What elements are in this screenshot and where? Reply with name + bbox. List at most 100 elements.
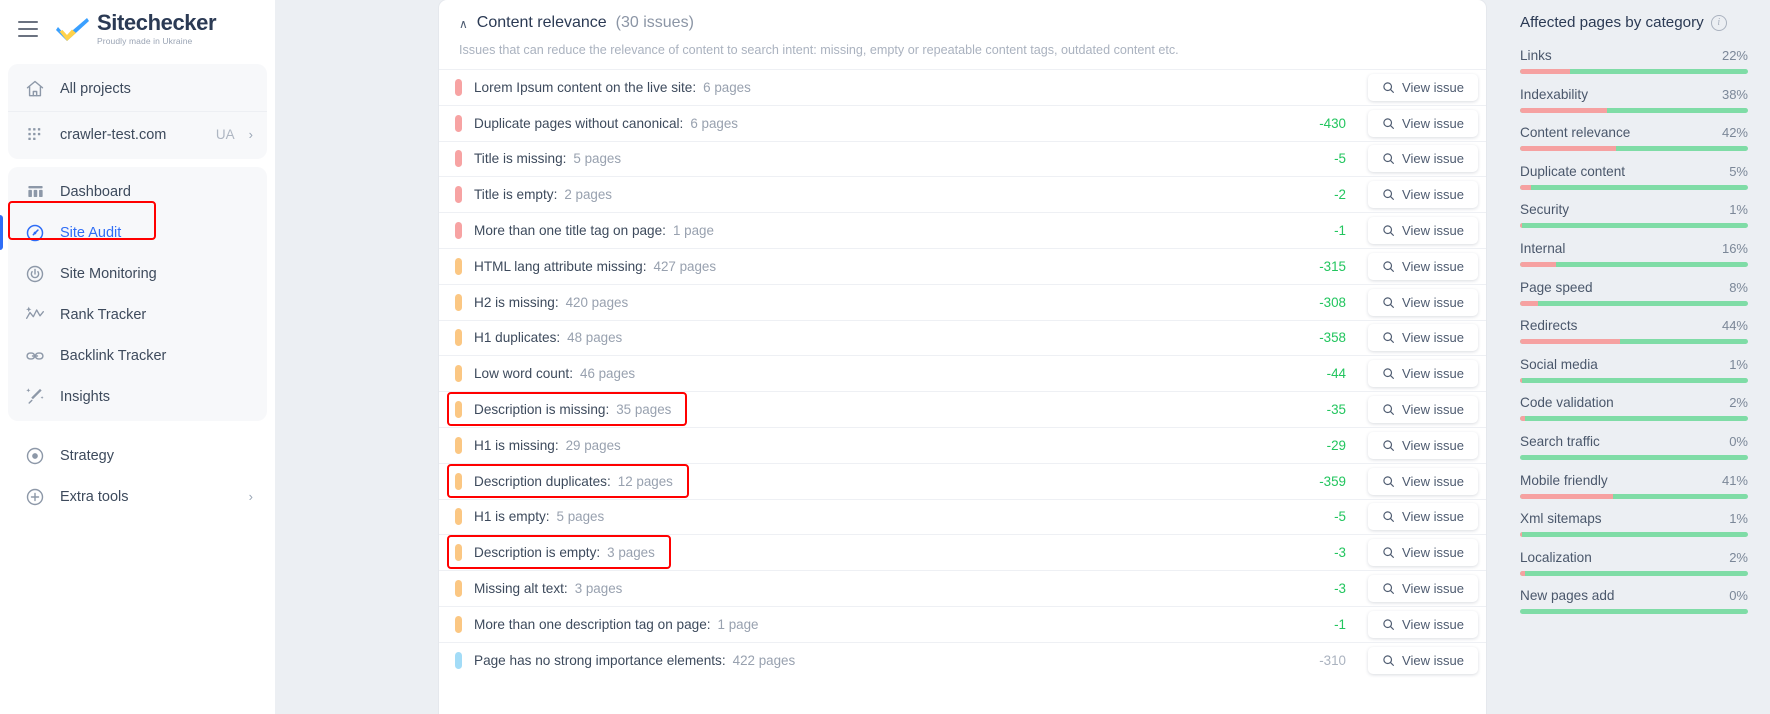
sidebar-item-site-monitoring[interactable]: Site Monitoring [8, 253, 267, 294]
category-percent: 22% [1721, 48, 1748, 63]
view-issue-button[interactable]: View issue [1368, 324, 1478, 352]
search-icon [1383, 440, 1395, 451]
section-title-row[interactable]: ∧ Content relevance (30 issues) [459, 14, 1466, 32]
sidebar-item-site-audit[interactable]: Site Audit [0, 212, 267, 253]
category-label: Localization [1520, 549, 1592, 565]
sidebar-item-all-projects[interactable]: All projects [8, 68, 267, 109]
section-title: Content relevance [476, 14, 607, 31]
table-row[interactable]: H1 is missing: 29 pages -29 View issue [439, 426, 1486, 463]
view-issue-button[interactable]: View issue [1368, 288, 1478, 316]
table-row[interactable]: Title is empty: 2 pages -2 View issue [439, 176, 1486, 212]
chevron-up-icon[interactable]: ∧ [459, 18, 468, 30]
category-bar [1520, 107, 1748, 113]
sidebar-item-insights[interactable]: Insights [8, 376, 267, 417]
search-icon [1383, 332, 1395, 344]
sidebar-item-label: Extra tools [60, 488, 129, 505]
search-icon [1383, 511, 1395, 523]
category-bar [1520, 609, 1748, 615]
search-icon [1383, 654, 1395, 666]
search-icon [1383, 475, 1395, 487]
view-issue-button[interactable]: View issue [1368, 610, 1478, 638]
search-icon [1383, 117, 1395, 129]
view-issue-button[interactable]: View issue [1368, 73, 1478, 101]
view-issue-button[interactable]: View issue [1368, 467, 1478, 495]
category-bar [1520, 146, 1748, 152]
issue-name: Title is empty: [474, 187, 558, 203]
table-row[interactable]: More than one title tag on page: 1 page -1… [439, 212, 1486, 248]
brand-logo[interactable]: Sitechecker Proudly made in Ukraine [56, 12, 217, 46]
sidebar-item-project[interactable]: crawler-test.com UA › [8, 114, 267, 155]
view-issue-label: View issue [1402, 294, 1464, 310]
sidebar-item-extra-tools[interactable]: Extra tools › [8, 476, 267, 517]
category-item: Xml sitemaps 1% [1520, 511, 1748, 538]
issue-page-count: 427 pages [653, 258, 717, 274]
chevron-right-icon[interactable]: › [249, 489, 253, 504]
issue-name: H1 is missing: [474, 437, 559, 453]
table-row[interactable]: Low word count: 46 pages -44 View issue [439, 355, 1486, 391]
view-issue-label: View issue [1402, 258, 1464, 274]
table-row[interactable]: H1 duplicates: 48 pages -358 View issue [439, 319, 1486, 356]
content-relevance-card: ∧ Content relevance (30 issues) Issues t… [439, 0, 1486, 714]
category-percent: 44% [1721, 318, 1748, 334]
severity-indicator [455, 222, 462, 240]
table-row[interactable]: HTML lang attribute missing: 427 pages -31… [439, 247, 1486, 284]
table-row[interactable]: H1 is empty: 5 pages -5 View issue [439, 498, 1486, 535]
table-row[interactable]: Missing alt text: 3 pages -3 View issue [439, 570, 1486, 606]
category-row: Content relevance 42% [1520, 125, 1748, 140]
view-issue-button[interactable]: View issue [1368, 646, 1478, 674]
affected-pages-title: Affected pages by category [1520, 14, 1704, 31]
sidebar-item-dashboard[interactable]: Dashboard [8, 171, 267, 212]
category-item: New pages add 0% [1520, 588, 1748, 615]
category-percent: 1% [1729, 356, 1748, 372]
category-label: Internal [1520, 240, 1566, 256]
category-label: Links [1520, 48, 1552, 63]
category-bar [1520, 339, 1748, 345]
category-percent: 2% [1729, 395, 1748, 411]
sidebar-item-backlink-tracker[interactable]: Backlink Tracker [8, 335, 267, 376]
issue-page-count: 6 pages [690, 115, 738, 131]
menu-toggle-icon[interactable] [16, 16, 42, 42]
search-icon [1383, 547, 1395, 559]
severity-indicator [455, 293, 462, 311]
view-issue-button[interactable]: View issue [1368, 109, 1478, 137]
view-issue-button[interactable]: View issue [1368, 575, 1478, 603]
issue-name: H2 is missing: [474, 294, 559, 310]
section-issue-count: (30 issues) [615, 14, 694, 31]
category-bar [1520, 493, 1748, 499]
table-row[interactable]: Description is missing: 35 pages -35 View i… [439, 391, 1486, 427]
table-row[interactable]: H2 is missing: 420 pages -308 View issue [439, 283, 1486, 320]
view-issue-button[interactable]: View issue [1368, 181, 1478, 209]
category-label: Search traffic [1520, 433, 1600, 449]
view-issue-button[interactable]: View issue [1368, 539, 1478, 567]
sidebar-item-strategy[interactable]: Strategy [8, 435, 267, 476]
issue-name: H1 is empty: [474, 509, 550, 525]
table-row[interactable]: Title is missing: 5 pages -5 View issue [439, 140, 1486, 177]
issue-page-count: 48 pages [567, 330, 623, 346]
view-issue-button[interactable]: View issue [1368, 252, 1478, 280]
sidebar-item-rank-tracker[interactable]: Rank Tracker [8, 294, 267, 335]
issue-delta: -5 [1334, 509, 1346, 525]
view-issue-button[interactable]: View issue [1368, 396, 1478, 424]
view-issue-button[interactable]: View issue [1368, 217, 1478, 245]
view-issue-button[interactable]: View issue [1368, 360, 1478, 388]
category-bar [1520, 454, 1748, 460]
table-row[interactable]: Page has no strong importance elements: 4… [439, 641, 1486, 678]
chevron-right-icon[interactable]: › [249, 127, 253, 142]
issue-delta: -5 [1334, 151, 1346, 167]
view-issue-button[interactable]: View issue [1368, 503, 1478, 531]
table-row[interactable]: Description is empty: 3 pages -3 View issue [439, 534, 1486, 570]
issue-delta: -2 [1334, 187, 1346, 203]
table-row[interactable]: More than one description tag on page: 1 … [439, 605, 1486, 642]
info-icon[interactable]: i [1710, 14, 1727, 31]
issue-name: More than one title tag on page: [474, 223, 666, 239]
table-row[interactable]: Duplicate pages without canonical: 6 page… [439, 104, 1486, 141]
issue-name: Lorem Ipsum content on the live site: [474, 79, 697, 95]
view-issue-button[interactable]: View issue [1368, 145, 1478, 173]
sidebar-header: Sitechecker Proudly made in Ukraine [0, 0, 275, 58]
issue-page-count: 46 pages [580, 366, 636, 382]
category-percent: 41% [1721, 472, 1748, 488]
table-row[interactable]: Lorem Ipsum content on the live site: 6 p… [439, 69, 1486, 105]
issue-delta: -29 [1326, 437, 1346, 453]
table-row[interactable]: Description duplicates: 12 pages -359 View … [439, 462, 1486, 499]
view-issue-button[interactable]: View issue [1368, 431, 1478, 459]
